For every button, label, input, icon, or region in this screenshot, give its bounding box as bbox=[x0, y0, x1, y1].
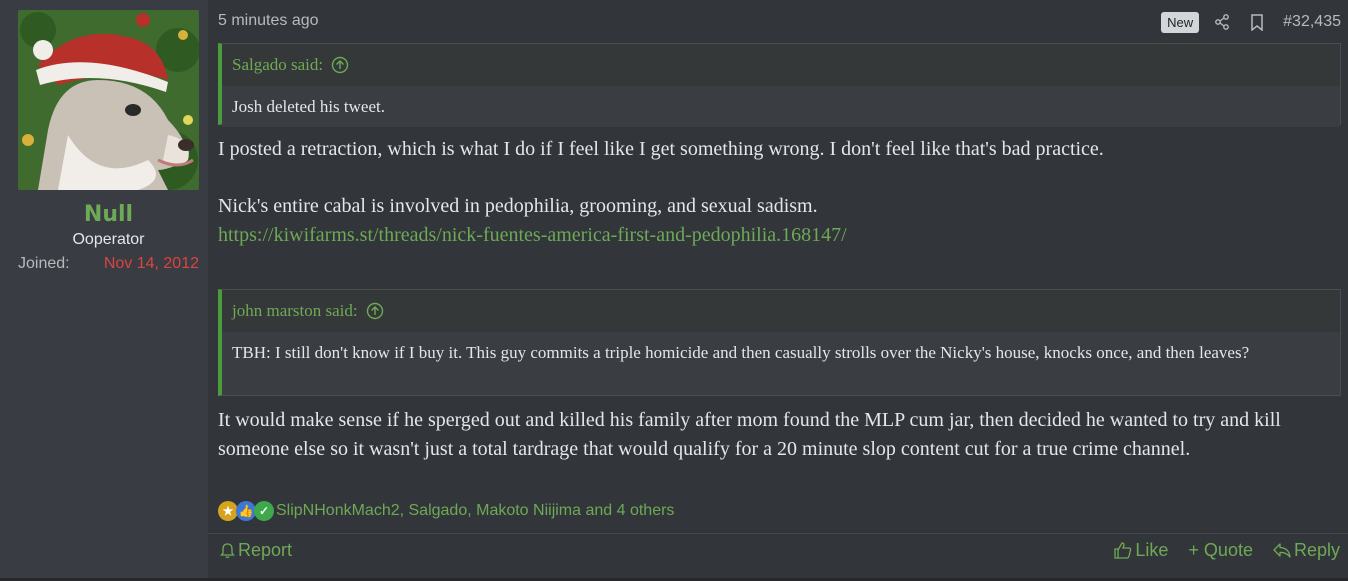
avatar-image bbox=[18, 10, 199, 190]
post-meta: 5 minutes ago New #32,435 bbox=[218, 10, 1341, 34]
quote-button[interactable]: + Quote bbox=[1188, 540, 1253, 561]
footer-divider bbox=[208, 533, 1348, 534]
post-time[interactable]: 5 minutes ago bbox=[218, 12, 319, 30]
post-container: Null Ooperator Joined: Nov 14, 2012 5 mi… bbox=[0, 0, 1348, 578]
footer-right: Like + Quote Reply bbox=[1114, 540, 1340, 561]
quote-header-1: Salgado said: bbox=[222, 44, 1340, 86]
like-button[interactable]: Like bbox=[1114, 540, 1168, 561]
username[interactable]: Null bbox=[18, 202, 199, 227]
quote-author-1[interactable]: Salgado said: bbox=[232, 55, 323, 75]
post-paragraph-3: It would make sense if he sperged out an… bbox=[218, 409, 1281, 460]
quote-body-2: TBH: I still don't know if I buy it. Thi… bbox=[222, 332, 1340, 373]
quote-block-1: Salgado said: Josh deleted his tweet. bbox=[218, 43, 1341, 127]
post-main: 5 minutes ago New #32,435 Salgado said: … bbox=[208, 0, 1348, 578]
quote-header-2: john marston said: bbox=[222, 290, 1340, 332]
report-label: Report bbox=[238, 540, 293, 560]
footer-left: Report bbox=[220, 540, 292, 561]
user-column: Null Ooperator Joined: Nov 14, 2012 bbox=[0, 0, 208, 578]
post-paragraph-2: Nick's entire cabal is involved in pedop… bbox=[218, 195, 818, 217]
check-reaction-icon: ✓ bbox=[254, 501, 274, 521]
new-badge: New bbox=[1161, 11, 1200, 33]
quote-block-2: john marston said: TBH: I still don't kn… bbox=[218, 289, 1341, 396]
share-icon[interactable] bbox=[1213, 13, 1231, 31]
quote-jump-icon[interactable] bbox=[366, 302, 384, 320]
reactions-list[interactable]: SlipNHonkMach2, Salgado, Makoto Niijima … bbox=[276, 502, 674, 520]
post-number[interactable]: #32,435 bbox=[1283, 13, 1341, 31]
reply-button[interactable]: Reply bbox=[1273, 540, 1340, 561]
medal-reaction-icon: ★ bbox=[218, 501, 238, 521]
quote-author-2[interactable]: john marston said: bbox=[232, 301, 358, 321]
reply-label: Reply bbox=[1293, 540, 1340, 560]
quote-jump-icon[interactable] bbox=[331, 56, 349, 74]
quote-body-1: Josh deleted his tweet. bbox=[222, 86, 1340, 127]
post-footer: Report Like + Quote Reply bbox=[220, 540, 1340, 566]
joined-label: Joined: bbox=[18, 255, 70, 272]
like-label: Like bbox=[1135, 540, 1169, 560]
user-avatar[interactable] bbox=[18, 10, 199, 190]
post-link[interactable]: https://kiwifarms.st/threads/nick-fuente… bbox=[218, 221, 847, 250]
reply-icon bbox=[1273, 543, 1291, 558]
report-button[interactable]: Report bbox=[220, 540, 292, 561]
reaction-icons: ★ 👍 ✓ bbox=[218, 501, 274, 521]
joined-row: Joined: Nov 14, 2012 bbox=[18, 255, 199, 273]
bookmark-icon[interactable] bbox=[1248, 13, 1266, 31]
reactions-bar[interactable]: ★ 👍 ✓ SlipNHonkMach2, Salgado, Makoto Ni… bbox=[218, 498, 674, 524]
quote-label: + Quote bbox=[1188, 540, 1253, 560]
bell-icon bbox=[220, 542, 235, 558]
user-title: Ooperator bbox=[72, 231, 145, 248]
like-reaction-icon: 👍 bbox=[236, 501, 256, 521]
post-paragraph-1: I posted a retraction, which is what I d… bbox=[218, 138, 1104, 160]
post-meta-actions: New #32,435 bbox=[1161, 10, 1341, 34]
thumbs-up-icon bbox=[1114, 542, 1132, 559]
joined-date: Nov 14, 2012 bbox=[103, 255, 199, 272]
